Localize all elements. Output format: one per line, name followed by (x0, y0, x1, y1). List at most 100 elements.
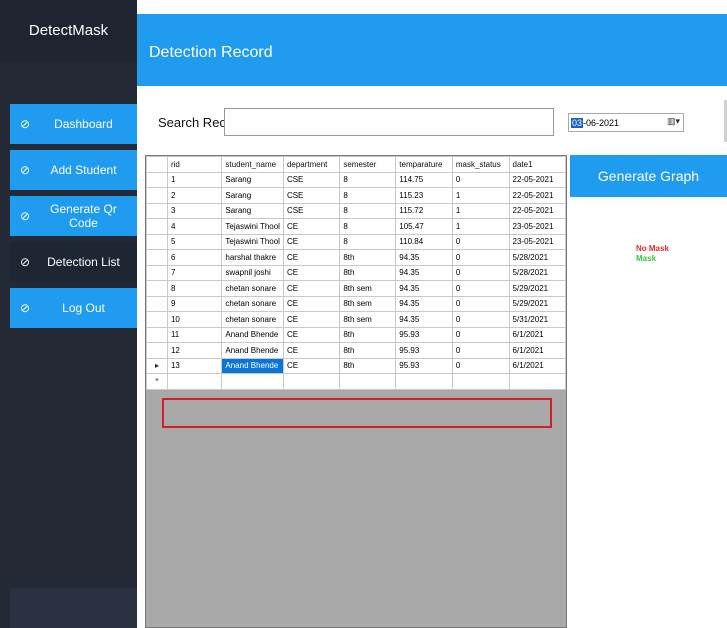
table-row[interactable]: 10 chetan sonare CE 8th sem 94.35 0 5/31… (146, 311, 566, 328)
table-row[interactable]: 4 Tejaswini Thool CE 8 105.47 1 23-05-20… (146, 218, 566, 235)
date-picker[interactable]: 03 -06-2021 ▥▾ (568, 113, 684, 132)
generate-graph-button[interactable]: Generate Graph (570, 155, 727, 197)
table-cell[interactable]: 114.75 (395, 171, 453, 188)
table-cell[interactable]: 0 (451, 295, 510, 312)
table-cell[interactable]: 6/1/2021 (508, 326, 566, 343)
table-cell[interactable]: harshal thakre (221, 249, 284, 266)
table-cell[interactable]: 1 (451, 218, 510, 235)
table-cell[interactable] (451, 373, 510, 390)
column-header[interactable]: temparature (395, 156, 453, 173)
table-cell[interactable]: 5/29/2021 (508, 295, 566, 312)
table-cell[interactable]: 5/31/2021 (508, 311, 566, 328)
calendar-dropdown-icon[interactable]: ▥▾ (667, 116, 680, 127)
table-cell[interactable]: 94.35 (395, 311, 453, 328)
sidebar-item-add-student[interactable]: ⊘ Add Student (10, 150, 137, 190)
table-cell[interactable] (282, 373, 341, 390)
row-header[interactable] (146, 202, 168, 219)
table-row[interactable]: 12 Anand Bhende CE 8th 95.93 0 6/1/2021 (146, 342, 566, 359)
table-cell[interactable] (339, 373, 397, 390)
table-cell[interactable]: CSE (282, 187, 341, 204)
column-header[interactable]: date1 (508, 156, 566, 173)
table-new-row[interactable]: * (146, 373, 566, 390)
table-cell[interactable]: 2 (166, 187, 223, 204)
table-cell[interactable]: CE (282, 357, 341, 374)
sidebar-item-detection-list[interactable]: ⊘ Detection List (10, 242, 137, 282)
table-cell[interactable]: 23-05-2021 (508, 233, 566, 250)
row-header[interactable] (146, 187, 168, 204)
table-cell[interactable] (221, 373, 284, 390)
table-cell[interactable]: 0 (451, 326, 510, 343)
table-cell[interactable]: Anand Bhende (221, 342, 284, 359)
table-cell[interactable]: CE (282, 280, 341, 297)
row-header[interactable] (146, 326, 168, 343)
table-cell[interactable]: 94.35 (395, 295, 453, 312)
table-cell[interactable]: 8 (339, 171, 397, 188)
table-cell[interactable]: CE (282, 342, 341, 359)
table-cell[interactable]: CE (282, 264, 341, 281)
table-cell[interactable]: 8 (166, 280, 223, 297)
table-cell[interactable]: 6 (166, 249, 223, 266)
selected-cell[interactable]: Anand Bhende (221, 357, 284, 374)
table-cell[interactable]: 5 (166, 233, 223, 250)
table-cell[interactable]: 95.93 (395, 357, 453, 374)
table-cell[interactable]: Tejaswini Thool (221, 218, 284, 235)
table-cell[interactable]: CSE (282, 202, 341, 219)
table-cell[interactable]: 6/1/2021 (508, 342, 566, 359)
table-cell[interactable]: 5/28/2021 (508, 264, 566, 281)
table-cell[interactable]: Sarang (221, 202, 284, 219)
table-cell[interactable] (166, 373, 223, 390)
table-cell[interactable]: 115.23 (395, 187, 453, 204)
table-cell[interactable]: 12 (166, 342, 223, 359)
row-header[interactable] (146, 249, 168, 266)
table-cell[interactable]: 0 (451, 357, 510, 374)
table-cell[interactable]: 3 (166, 202, 223, 219)
new-row-marker-icon[interactable]: * (146, 373, 168, 390)
table-row[interactable]: 1 Sarang CSE 8 114.75 0 22-05-2021 (146, 171, 566, 188)
table-cell[interactable] (508, 373, 566, 390)
table-cell[interactable]: 94.35 (395, 249, 453, 266)
table-row[interactable]: 6 harshal thakre CE 8th 94.35 0 5/28/202… (146, 249, 566, 266)
table-cell[interactable]: 94.35 (395, 280, 453, 297)
table-cell[interactable]: CE (282, 295, 341, 312)
table-cell[interactable]: chetan sonare (221, 295, 284, 312)
table-cell[interactable]: 8th (339, 326, 397, 343)
table-cell[interactable]: 0 (451, 171, 510, 188)
table-row[interactable]: 9 chetan sonare CE 8th sem 94.35 0 5/29/… (146, 295, 566, 312)
table-cell[interactable]: 0 (451, 342, 510, 359)
table-cell[interactable]: CE (282, 326, 341, 343)
table-cell[interactable]: 5/28/2021 (508, 249, 566, 266)
table-cell[interactable]: Sarang (221, 187, 284, 204)
table-cell[interactable]: 8th (339, 264, 397, 281)
table-cell[interactable]: 7 (166, 264, 223, 281)
table-cell[interactable]: 22-05-2021 (508, 202, 566, 219)
table-cell[interactable]: 8 (339, 202, 397, 219)
table-cell[interactable]: CE (282, 249, 341, 266)
table-cell[interactable]: 5/29/2021 (508, 280, 566, 297)
detection-grid[interactable]: rid student_name department semester tem… (145, 155, 567, 628)
table-cell[interactable]: 1 (166, 171, 223, 188)
table-row[interactable]: 3 Sarang CSE 8 115.72 1 22-05-2021 (146, 202, 566, 219)
table-cell[interactable]: chetan sonare (221, 311, 284, 328)
table-cell[interactable]: 1 (451, 187, 510, 204)
table-cell[interactable]: 23-05-2021 (508, 218, 566, 235)
table-cell[interactable]: 1 (451, 202, 510, 219)
table-cell[interactable]: 22-05-2021 (508, 171, 566, 188)
table-row[interactable]: 7 swapnil joshi CE 8th 94.35 0 5/28/2021 (146, 264, 566, 281)
column-header[interactable]: mask_status (451, 156, 510, 173)
row-header[interactable] (146, 264, 168, 281)
table-row[interactable]: 8 chetan sonare CE 8th sem 94.35 0 5/29/… (146, 280, 566, 297)
current-row-marker-icon[interactable]: ▸ (146, 357, 168, 374)
table-cell[interactable]: 0 (451, 280, 510, 297)
row-header[interactable] (146, 342, 168, 359)
table-cell[interactable]: 8th (339, 342, 397, 359)
table-row[interactable]: 2 Sarang CSE 8 115.23 1 22-05-2021 (146, 187, 566, 204)
sidebar-item-log-out[interactable]: ⊘ Log Out (10, 288, 137, 328)
row-header[interactable] (146, 233, 168, 250)
column-header[interactable]: student_name (221, 156, 284, 173)
sidebar-item-dashboard[interactable]: ⊘ Dashboard (10, 104, 137, 144)
row-header[interactable] (146, 280, 168, 297)
table-cell[interactable] (395, 373, 453, 390)
table-cell[interactable]: CE (282, 311, 341, 328)
table-cell[interactable]: 95.93 (395, 342, 453, 359)
table-cell[interactable]: 8th sem (339, 311, 397, 328)
